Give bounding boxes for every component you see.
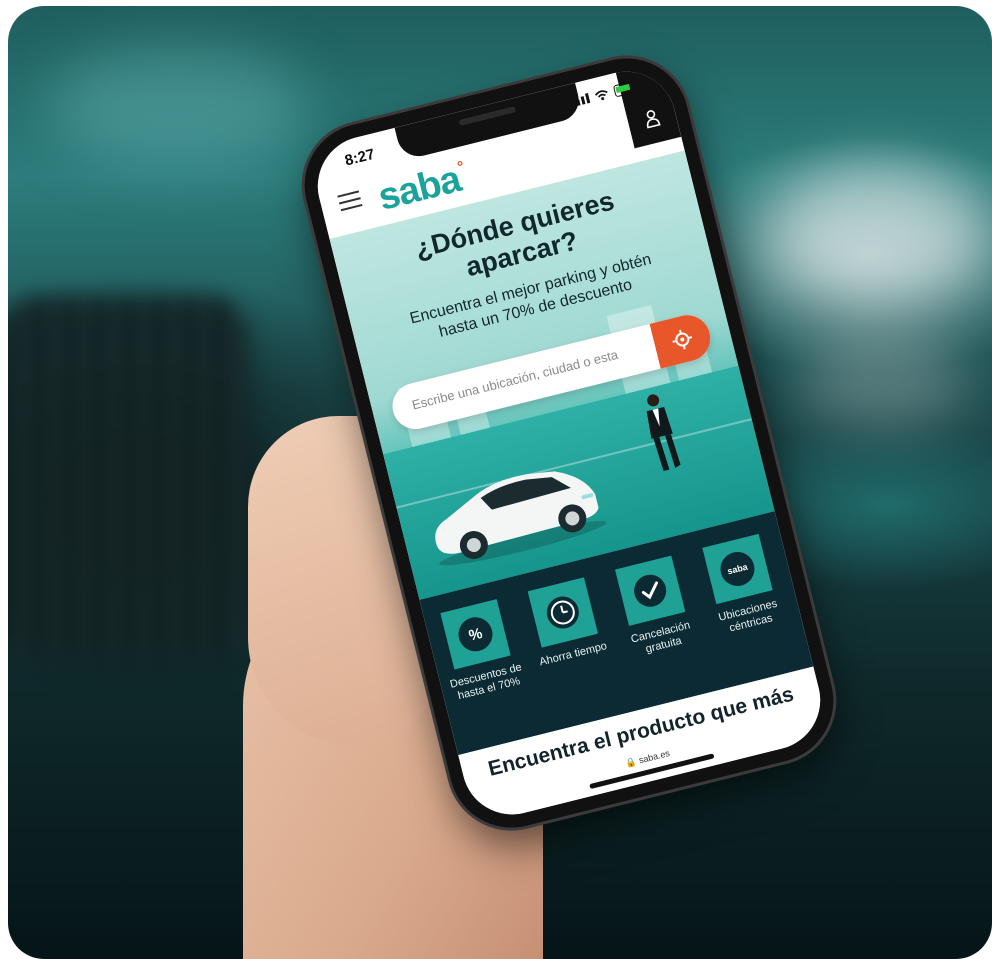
percent-icon: % xyxy=(454,613,497,655)
crosshair-icon xyxy=(672,329,693,350)
saba-logo-icon: saba xyxy=(716,548,759,590)
feature-discounts: % Descuentos de hasta el 70% xyxy=(428,596,532,706)
car-grille-blur xyxy=(8,296,248,656)
feature-free-cancel: Cancelación gratuita xyxy=(602,552,706,662)
feature-save-time: Ahorra tiempo xyxy=(515,574,616,671)
signal-icon xyxy=(570,93,591,108)
status-time: 8:27 xyxy=(343,145,377,170)
hamburger-menu-icon[interactable] xyxy=(337,190,363,212)
check-icon xyxy=(634,574,667,607)
clock-icon xyxy=(546,596,579,629)
wifi-icon xyxy=(594,89,608,100)
feature-central-locations: saba Ubicaciones céntricas xyxy=(690,531,794,641)
user-account-button[interactable] xyxy=(615,61,682,149)
user-icon xyxy=(646,110,661,129)
background-photo: 8:27 saba° ¿Dónde quieres aparcar? Encue… xyxy=(8,6,992,959)
